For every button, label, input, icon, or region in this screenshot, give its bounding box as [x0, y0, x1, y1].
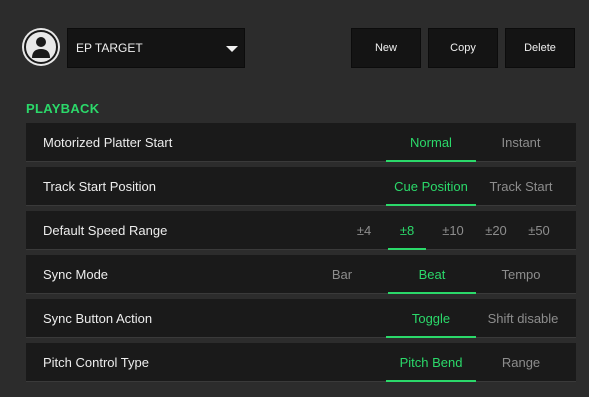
- setting-label: Pitch Control Type: [43, 355, 149, 370]
- option-instant[interactable]: Instant: [481, 135, 561, 161]
- settings-list: Motorized Platter Start Normal Instant T…: [26, 123, 576, 387]
- setting-row-motorized-platter-start: Motorized Platter Start Normal Instant: [26, 123, 576, 162]
- top-bar: EP TARGET New Copy Delete: [0, 0, 589, 90]
- new-button[interactable]: New: [351, 28, 421, 68]
- profile-select-value: EP TARGET: [76, 41, 143, 55]
- setting-label: Sync Button Action: [43, 311, 153, 326]
- setting-row-default-speed-range: Default Speed Range ±4 ±8 ±10 ±20 ±50: [26, 211, 576, 250]
- section-title: PLAYBACK: [26, 101, 100, 116]
- option-bar[interactable]: Bar: [312, 267, 372, 293]
- option-normal[interactable]: Normal: [386, 135, 476, 162]
- option-cue-position[interactable]: Cue Position: [386, 179, 476, 206]
- setting-row-sync-mode: Sync Mode Bar Beat Tempo: [26, 255, 576, 294]
- setting-label: Track Start Position: [43, 179, 156, 194]
- option-track-start[interactable]: Track Start: [481, 179, 561, 205]
- option-shift-disable[interactable]: Shift disable: [478, 311, 568, 337]
- option-toggle[interactable]: Toggle: [386, 311, 476, 338]
- setting-row-track-start-position: Track Start Position Cue Position Track …: [26, 167, 576, 206]
- delete-button[interactable]: Delete: [505, 28, 575, 68]
- option-speed-20[interactable]: ±20: [479, 223, 513, 249]
- option-speed-4[interactable]: ±4: [352, 223, 376, 249]
- chevron-down-icon: [226, 46, 238, 52]
- user-avatar-icon[interactable]: [24, 30, 58, 64]
- setting-row-sync-button-action: Sync Button Action Toggle Shift disable: [26, 299, 576, 338]
- setting-row-pitch-control-type: Pitch Control Type Pitch Bend Range: [26, 343, 576, 382]
- option-pitch-bend[interactable]: Pitch Bend: [386, 355, 476, 382]
- option-range[interactable]: Range: [481, 355, 561, 381]
- option-speed-10[interactable]: ±10: [436, 223, 470, 249]
- option-tempo[interactable]: Tempo: [481, 267, 561, 293]
- profile-select[interactable]: EP TARGET: [67, 28, 245, 68]
- option-speed-8[interactable]: ±8: [388, 223, 426, 250]
- option-speed-50[interactable]: ±50: [522, 223, 556, 249]
- option-beat[interactable]: Beat: [388, 267, 476, 294]
- copy-button[interactable]: Copy: [428, 28, 498, 68]
- setting-label: Motorized Platter Start: [43, 135, 173, 150]
- setting-label: Default Speed Range: [43, 223, 168, 238]
- setting-label: Sync Mode: [43, 267, 109, 282]
